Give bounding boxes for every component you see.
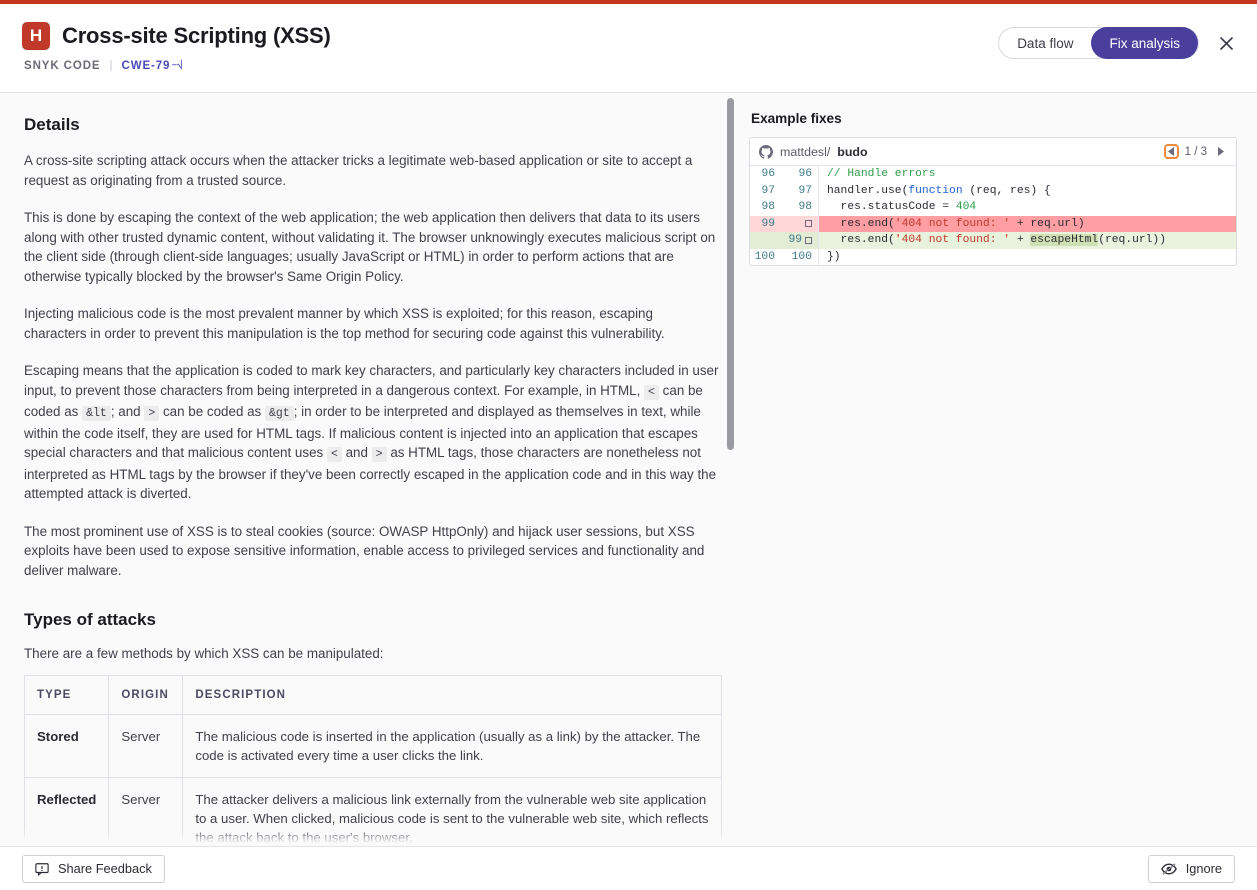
view-toggle-group: Data flow Fix analysis bbox=[998, 27, 1199, 59]
details-paragraph-2: This is done by escaping the context of … bbox=[24, 210, 716, 284]
inline-code-lt-symbol-2: < bbox=[326, 447, 342, 462]
code-line: 100 100}) bbox=[750, 248, 1236, 265]
cell-origin: Server bbox=[108, 777, 184, 850]
inline-code-lt-entity: &lt bbox=[82, 406, 111, 421]
inline-code-lt-symbol: < bbox=[644, 384, 659, 400]
code-line: 96 96 // Handle errors bbox=[750, 166, 1236, 183]
cell-origin: Server bbox=[108, 714, 184, 778]
table-header-row: TYPE ORIGIN DESCRIPTION bbox=[23, 675, 722, 715]
source-label: SNYK CODE bbox=[24, 60, 101, 72]
column-header-type: TYPE bbox=[23, 675, 110, 715]
line-number-new: 98 bbox=[798, 201, 812, 213]
diff-marker-icon bbox=[805, 236, 812, 244]
table-row: Stored Server The malicious code is inse… bbox=[23, 714, 722, 778]
example-fixes-card: mattdesl/budo 1 / 3 96 96 // Handle errors… bbox=[749, 137, 1237, 266]
line-number-old: 97 bbox=[761, 184, 775, 197]
code-line: 98 98 res.statusCode = 404 bbox=[750, 199, 1236, 216]
escaping-text-6: and bbox=[345, 445, 368, 460]
attacks-heading: Types of attacks bbox=[24, 610, 156, 629]
cwe-link-label: CWE-79 bbox=[121, 60, 171, 72]
page-title: Cross-site Scripting (XSS) bbox=[62, 23, 331, 48]
escaping-text-3: ; and bbox=[110, 404, 141, 419]
details-paragraph-3: Injecting malicious code is the most pre… bbox=[24, 306, 665, 341]
close-icon[interactable] bbox=[1213, 30, 1239, 56]
details-paragraph-escaping: Escaping means that the application is c… bbox=[24, 361, 719, 504]
pager-position: 1 / 3 bbox=[1184, 145, 1207, 158]
example-fixes-pager: 1 / 3 bbox=[1163, 144, 1228, 159]
attacks-table: TYPE ORIGIN DESCRIPTION Stored Server Th… bbox=[23, 675, 722, 850]
code-line: 99 res.end('404 not found: ' + req.url) bbox=[750, 215, 1236, 232]
breadcrumb-divider: | bbox=[109, 60, 113, 72]
cell-description: The attacker delivers a malicious link e… bbox=[182, 777, 722, 850]
diff-marker-icon bbox=[805, 220, 812, 228]
example-fixes-pane: Example fixes mattdesl/budo 1 / 3 96 96 … bbox=[743, 93, 1257, 850]
line-number-new: 97 bbox=[798, 184, 812, 197]
eye-slash-icon bbox=[1160, 862, 1177, 876]
details-pane: Details A cross-site scripting attack oc… bbox=[0, 93, 743, 850]
tab-data-flow[interactable]: Data flow bbox=[999, 27, 1091, 59]
inline-code-gt-symbol-2: > bbox=[371, 447, 387, 462]
chevron-left-icon[interactable] bbox=[1163, 144, 1179, 159]
code-line: 99 res.end('404 not found: ' + escapeHtm… bbox=[750, 232, 1236, 249]
code-line-text: }) bbox=[818, 248, 1236, 265]
line-number-old bbox=[750, 232, 782, 249]
cell-type: Reflected bbox=[23, 777, 110, 850]
github-icon bbox=[759, 144, 773, 159]
repo-label[interactable]: mattdesl/budo bbox=[759, 144, 868, 159]
code-line: 97 97 handler.use(function (req, res) { bbox=[750, 182, 1236, 199]
details-heading: Details bbox=[24, 115, 80, 134]
escaping-text-4: can be coded as bbox=[162, 404, 262, 419]
details-scrollbar-thumb[interactable] bbox=[727, 98, 734, 450]
share-feedback-button[interactable]: Share Feedback bbox=[22, 854, 165, 883]
repo-name: budo bbox=[837, 144, 868, 159]
cwe-link[interactable]: CWE-79 ⎯⎷ bbox=[121, 60, 183, 72]
column-header-description: DESCRIPTION bbox=[182, 675, 722, 715]
chevron-right-icon[interactable] bbox=[1213, 144, 1228, 159]
code-line-text: res.end('404 not found: ' + req.url) bbox=[818, 215, 1236, 232]
line-number-new bbox=[782, 215, 818, 232]
breadcrumb: SNYK CODE | CWE-79 ⎯⎷ bbox=[24, 60, 1235, 72]
repo-owner: mattdesl/ bbox=[780, 144, 831, 159]
ignore-label: Ignore bbox=[1185, 861, 1222, 876]
line-number-old: 99 bbox=[750, 215, 782, 232]
details-paragraph-1: A cross-site scripting attack occurs whe… bbox=[24, 153, 693, 188]
line-number-new: 100 bbox=[791, 250, 812, 263]
attacks-lead: There are a few methods by which XSS can… bbox=[24, 646, 384, 661]
example-fixes-header: mattdesl/budo 1 / 3 bbox=[750, 138, 1236, 166]
line-number-new: 96 bbox=[798, 168, 812, 180]
example-fixes-title: Example fixes bbox=[751, 111, 842, 126]
tab-fix-analysis[interactable]: Fix analysis bbox=[1091, 27, 1198, 59]
table-row: Reflected Server The attacker delivers a… bbox=[23, 777, 722, 850]
column-header-origin: ORIGIN bbox=[108, 675, 184, 715]
panel-header: H Cross-site Scripting (XSS) SNYK CODE |… bbox=[0, 4, 1257, 93]
ignore-button[interactable]: Ignore bbox=[1147, 854, 1235, 883]
code-line-text: handler.use(function (req, res) { bbox=[818, 182, 1236, 199]
panel-body: Details A cross-site scripting attack oc… bbox=[0, 93, 1257, 850]
line-number-old: 98 bbox=[761, 201, 775, 213]
details-paragraph-4: The most prominent use of XSS is to stea… bbox=[24, 523, 705, 578]
panel-footer: Share Feedback Ignore bbox=[0, 846, 1257, 890]
diff-code-block: 96 96 // Handle errors 97 97 handler.use(func… bbox=[750, 166, 1236, 265]
line-number-new: 99 bbox=[782, 232, 818, 249]
inline-code-gt-symbol: > bbox=[144, 406, 160, 421]
cell-type: Stored bbox=[23, 714, 110, 778]
line-number-old: 96 bbox=[761, 168, 775, 180]
inline-code-gt-entity: &gt bbox=[265, 406, 294, 421]
comment-icon bbox=[35, 862, 49, 876]
header-actions: Data flow Fix analysis bbox=[998, 27, 1239, 59]
code-line-text: // Handle errors bbox=[818, 166, 1236, 183]
line-number-old: 100 bbox=[754, 250, 775, 263]
external-link-icon: ⎯⎷ bbox=[172, 60, 184, 69]
cell-description: The malicious code is inserted in the ap… bbox=[182, 714, 722, 778]
severity-badge: H bbox=[22, 22, 50, 50]
escaping-text-1: Escaping means that the application is c… bbox=[24, 363, 719, 398]
share-feedback-label: Share Feedback bbox=[58, 861, 152, 876]
code-line-text: res.end('404 not found: ' + escapeHtml(r… bbox=[818, 232, 1236, 249]
code-line-text: res.statusCode = 404 bbox=[818, 199, 1236, 216]
